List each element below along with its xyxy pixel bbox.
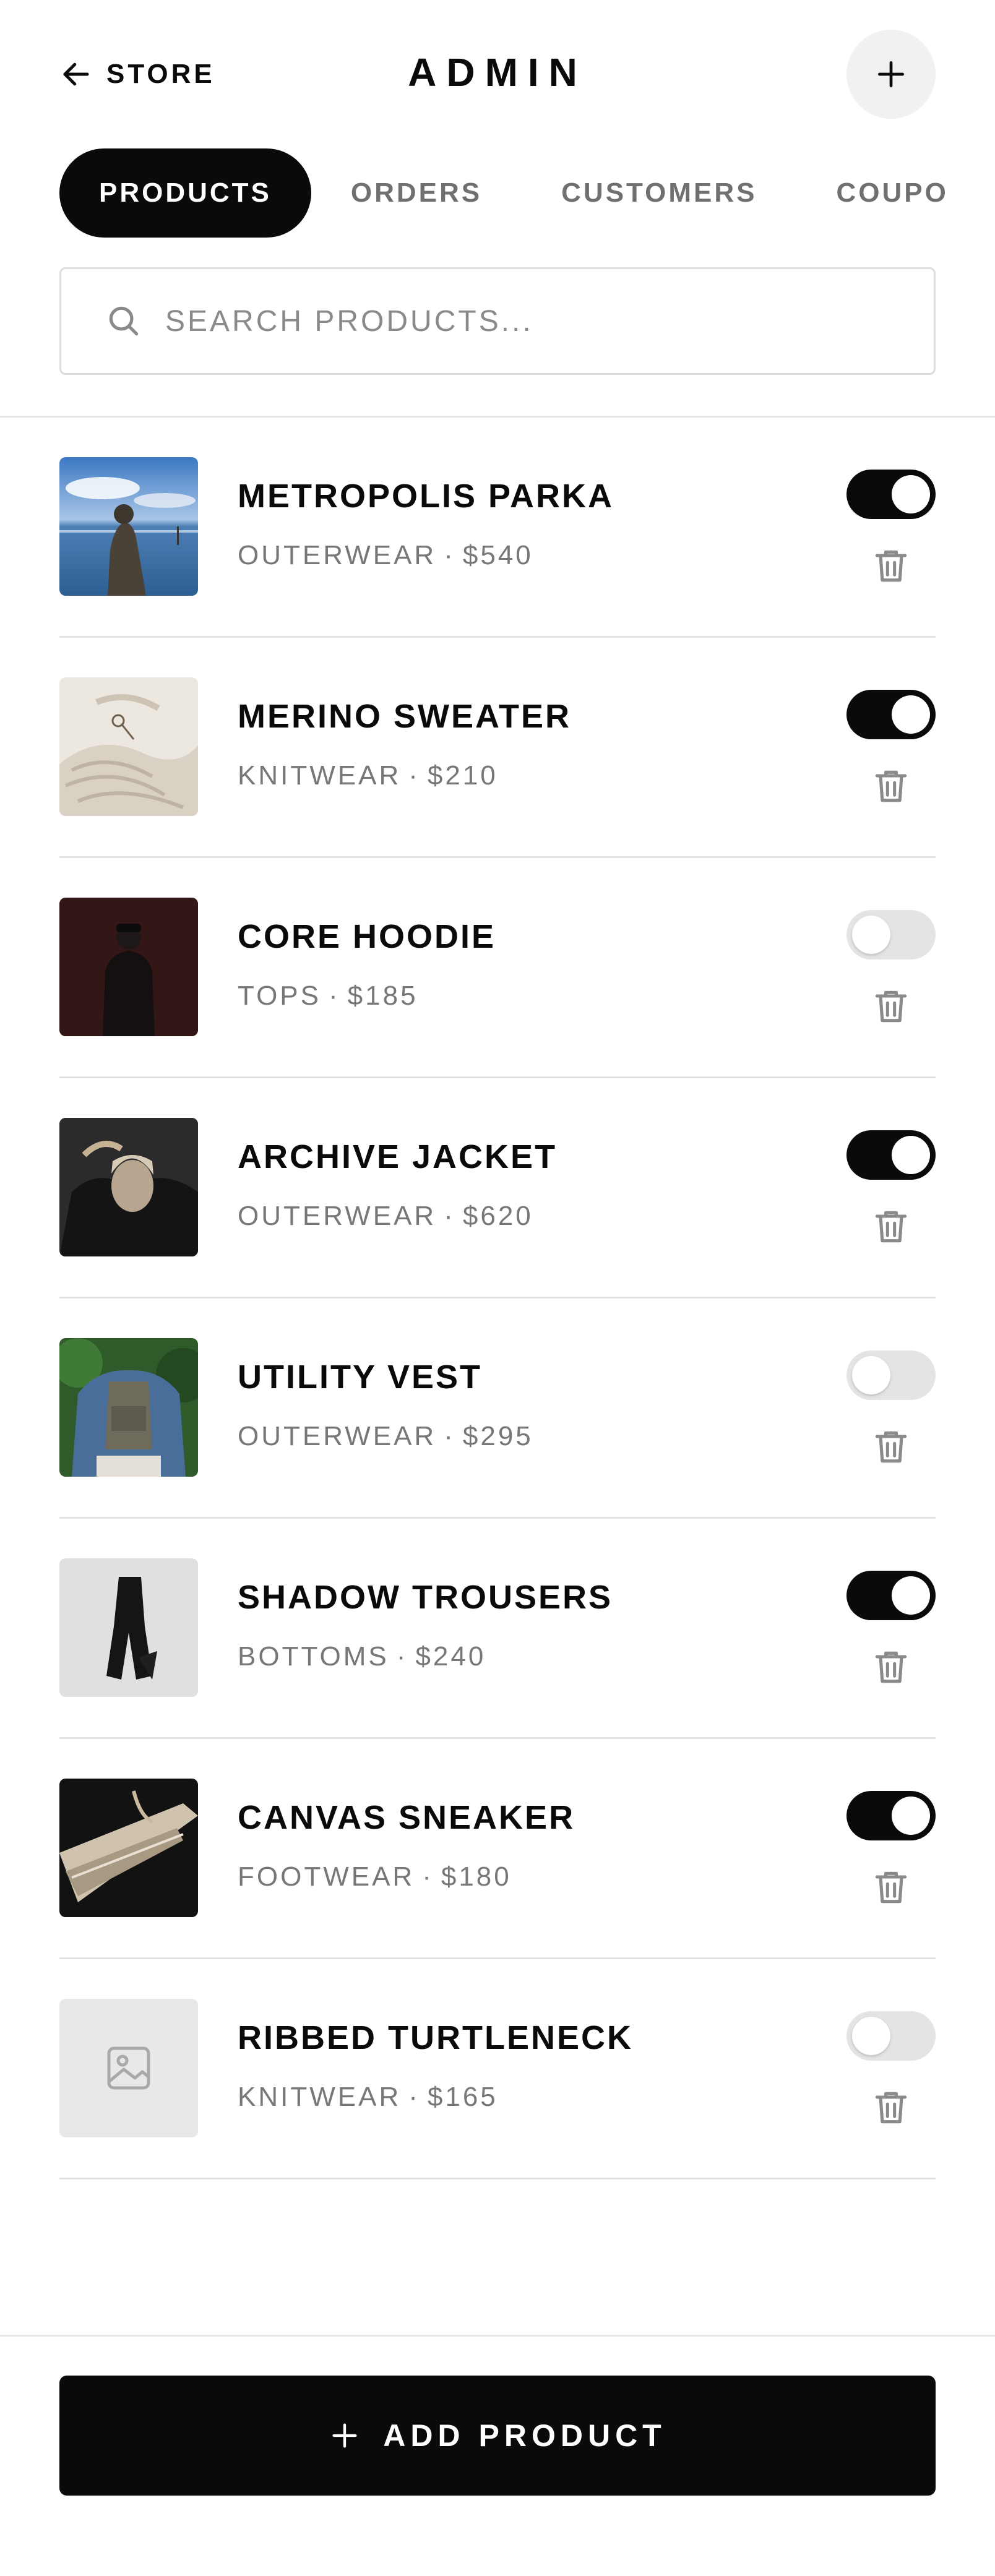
product-price: $240: [415, 1641, 486, 1672]
product-list: METROPOLIS PARKA OUTERWEAR · $540 MERINO S…: [59, 418, 936, 2179]
product-price: $210: [427, 760, 498, 791]
trash-icon[interactable]: [870, 2087, 912, 2129]
plus-icon: [332, 2423, 357, 2448]
product-meta: OUTERWEAR · $540: [238, 540, 533, 570]
product-category: BOTTOMS: [238, 1641, 389, 1672]
active-toggle[interactable]: [846, 690, 936, 739]
product-row[interactable]: CORE HOODIE TOPS · $185: [59, 858, 936, 1078]
active-toggle[interactable]: [846, 2011, 936, 2061]
active-toggle[interactable]: [846, 1130, 936, 1180]
product-name: SHADOW TROUSERS: [238, 1579, 613, 1616]
product-price: $620: [462, 1201, 533, 1231]
product-category: TOPS: [238, 981, 322, 1011]
active-toggle[interactable]: [846, 1571, 936, 1620]
product-category: FOOTWEAR: [238, 1861, 415, 1892]
footer-divider: [0, 2335, 995, 2337]
product-price: $295: [462, 1421, 533, 1451]
product-meta: OUTERWEAR · $620: [238, 1201, 533, 1231]
product-name: MERINO SWEATER: [238, 698, 571, 735]
product-image: [59, 1118, 198, 1256]
product-row[interactable]: ARCHIVE JACKET OUTERWEAR · $620: [59, 1078, 936, 1299]
tab-bar: PRODUCTS ORDERS CUSTOMERS COUPO: [59, 148, 949, 238]
tab-orders[interactable]: ORDERS: [311, 148, 522, 238]
page-title: ADMIN: [408, 50, 587, 95]
product-name: UTILITY VEST: [238, 1359, 483, 1396]
toggle-knob: [852, 916, 890, 954]
toggle-knob: [892, 695, 930, 734]
product-image: [59, 1558, 198, 1697]
trash-icon[interactable]: [870, 985, 912, 1028]
active-toggle[interactable]: [846, 1791, 936, 1840]
product-name: CORE HOODIE: [238, 918, 496, 955]
product-row[interactable]: SHADOW TROUSERS BOTTOMS · $240: [59, 1519, 936, 1739]
product-row[interactable]: RIBBED TURTLENECK KNITWEAR · $165: [59, 1959, 936, 2179]
product-category: KNITWEAR: [238, 760, 402, 791]
trash-icon[interactable]: [870, 1426, 912, 1468]
product-meta: KNITWEAR · $210: [238, 760, 498, 791]
toggle-knob: [892, 1136, 930, 1174]
product-row[interactable]: UTILITY VEST OUTERWEAR · $295: [59, 1299, 936, 1519]
toggle-knob: [852, 1356, 890, 1394]
active-toggle[interactable]: [846, 470, 936, 519]
product-meta: TOPS · $185: [238, 981, 418, 1011]
product-category: OUTERWEAR: [238, 1201, 437, 1231]
search-bar: [59, 267, 936, 375]
header: STORE ADMIN: [0, 0, 995, 148]
product-category: OUTERWEAR: [238, 1421, 437, 1451]
toggle-knob: [892, 475, 930, 513]
product-price: $540: [462, 540, 533, 570]
active-toggle[interactable]: [846, 910, 936, 960]
product-meta: BOTTOMS · $240: [238, 1641, 486, 1672]
toggle-knob: [892, 1797, 930, 1835]
product-image: [59, 1779, 198, 1917]
active-toggle[interactable]: [846, 1350, 936, 1400]
toggle-knob: [852, 2017, 890, 2055]
trash-icon[interactable]: [870, 765, 912, 807]
tab-coupons[interactable]: COUPO: [796, 148, 948, 238]
product-meta: KNITWEAR · $165: [238, 2082, 498, 2112]
product-row[interactable]: METROPOLIS PARKA OUTERWEAR · $540: [59, 418, 936, 638]
product-name: METROPOLIS PARKA: [238, 478, 614, 515]
product-meta: OUTERWEAR · $295: [238, 1421, 533, 1451]
product-row[interactable]: CANVAS SNEAKER FOOTWEAR · $180: [59, 1739, 936, 1959]
plus-icon: [878, 61, 904, 88]
admin-products-screen: STORE ADMIN PRODUCTS ORDERS CUSTOMERS CO…: [0, 0, 995, 2576]
search-icon: [109, 306, 139, 336]
search-input[interactable]: [165, 304, 908, 338]
product-category: KNITWEAR: [238, 2082, 402, 2112]
add-product-label: ADD PRODUCT: [383, 2418, 666, 2453]
add-button[interactable]: [846, 30, 936, 119]
product-name: RIBBED TURTLENECK: [238, 2019, 633, 2056]
product-name: CANVAS SNEAKER: [238, 1799, 575, 1836]
tab-products[interactable]: PRODUCTS: [59, 148, 311, 238]
product-row[interactable]: MERINO SWEATER KNITWEAR · $210: [59, 638, 936, 858]
product-category: OUTERWEAR: [238, 540, 437, 570]
trash-icon[interactable]: [870, 1206, 912, 1248]
add-product-button[interactable]: ADD PRODUCT: [59, 2376, 936, 2496]
trash-icon[interactable]: [870, 1866, 912, 1908]
product-price: $180: [441, 1861, 512, 1892]
tab-customers[interactable]: CUSTOMERS: [522, 148, 796, 238]
product-name: ARCHIVE JACKET: [238, 1138, 558, 1175]
product-image: [59, 677, 198, 816]
product-image: [59, 457, 198, 596]
product-meta: FOOTWEAR · $180: [238, 1861, 512, 1892]
product-price: $165: [427, 2082, 498, 2112]
product-price: $185: [347, 981, 418, 1011]
product-image-placeholder: [59, 1999, 198, 2137]
toggle-knob: [892, 1576, 930, 1615]
product-image: [59, 898, 198, 1036]
product-image: [59, 1338, 198, 1477]
trash-icon[interactable]: [870, 545, 912, 587]
trash-icon[interactable]: [870, 1646, 912, 1688]
